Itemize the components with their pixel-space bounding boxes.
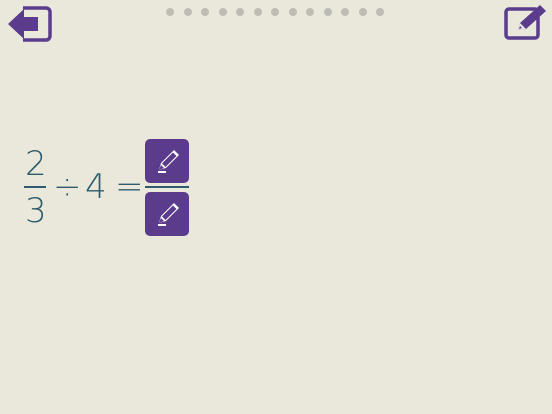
progress-dot [323,8,332,16]
progress-dot [166,8,174,16]
edit-note-icon [504,5,546,40]
divisor: 4 [85,167,107,207]
progress-dot [236,8,244,16]
progress-dot [358,8,367,16]
exercise-screen: 2 3 ÷ 4 = [0,0,552,414]
progress-dot [218,8,227,16]
pencil-icon [158,150,179,173]
progress-dot [288,8,297,16]
progress-dot [253,8,262,16]
back-button[interactable] [6,5,52,43]
progress-dot [376,8,384,16]
progress-dot [201,8,209,16]
division-sign: ÷ [53,167,82,207]
left-numerator: 2 [25,144,47,184]
answer-denominator-input[interactable] [145,192,189,236]
left-denominator: 3 [25,191,47,231]
answer-numerator-input[interactable] [145,139,189,183]
left-fraction-bar [24,186,46,188]
edit-button[interactable] [504,5,548,41]
progress-dot [341,8,349,16]
answer-fraction-bar [145,186,189,188]
progress-dot [183,8,192,16]
progress-dot [271,8,279,16]
pencil-icon [158,203,179,226]
progress-dot [306,8,314,16]
progress-indicator [166,8,384,16]
equation: 2 3 ÷ 4 = [24,138,224,238]
back-arrow-icon [8,6,52,42]
equals-sign: = [115,167,144,207]
